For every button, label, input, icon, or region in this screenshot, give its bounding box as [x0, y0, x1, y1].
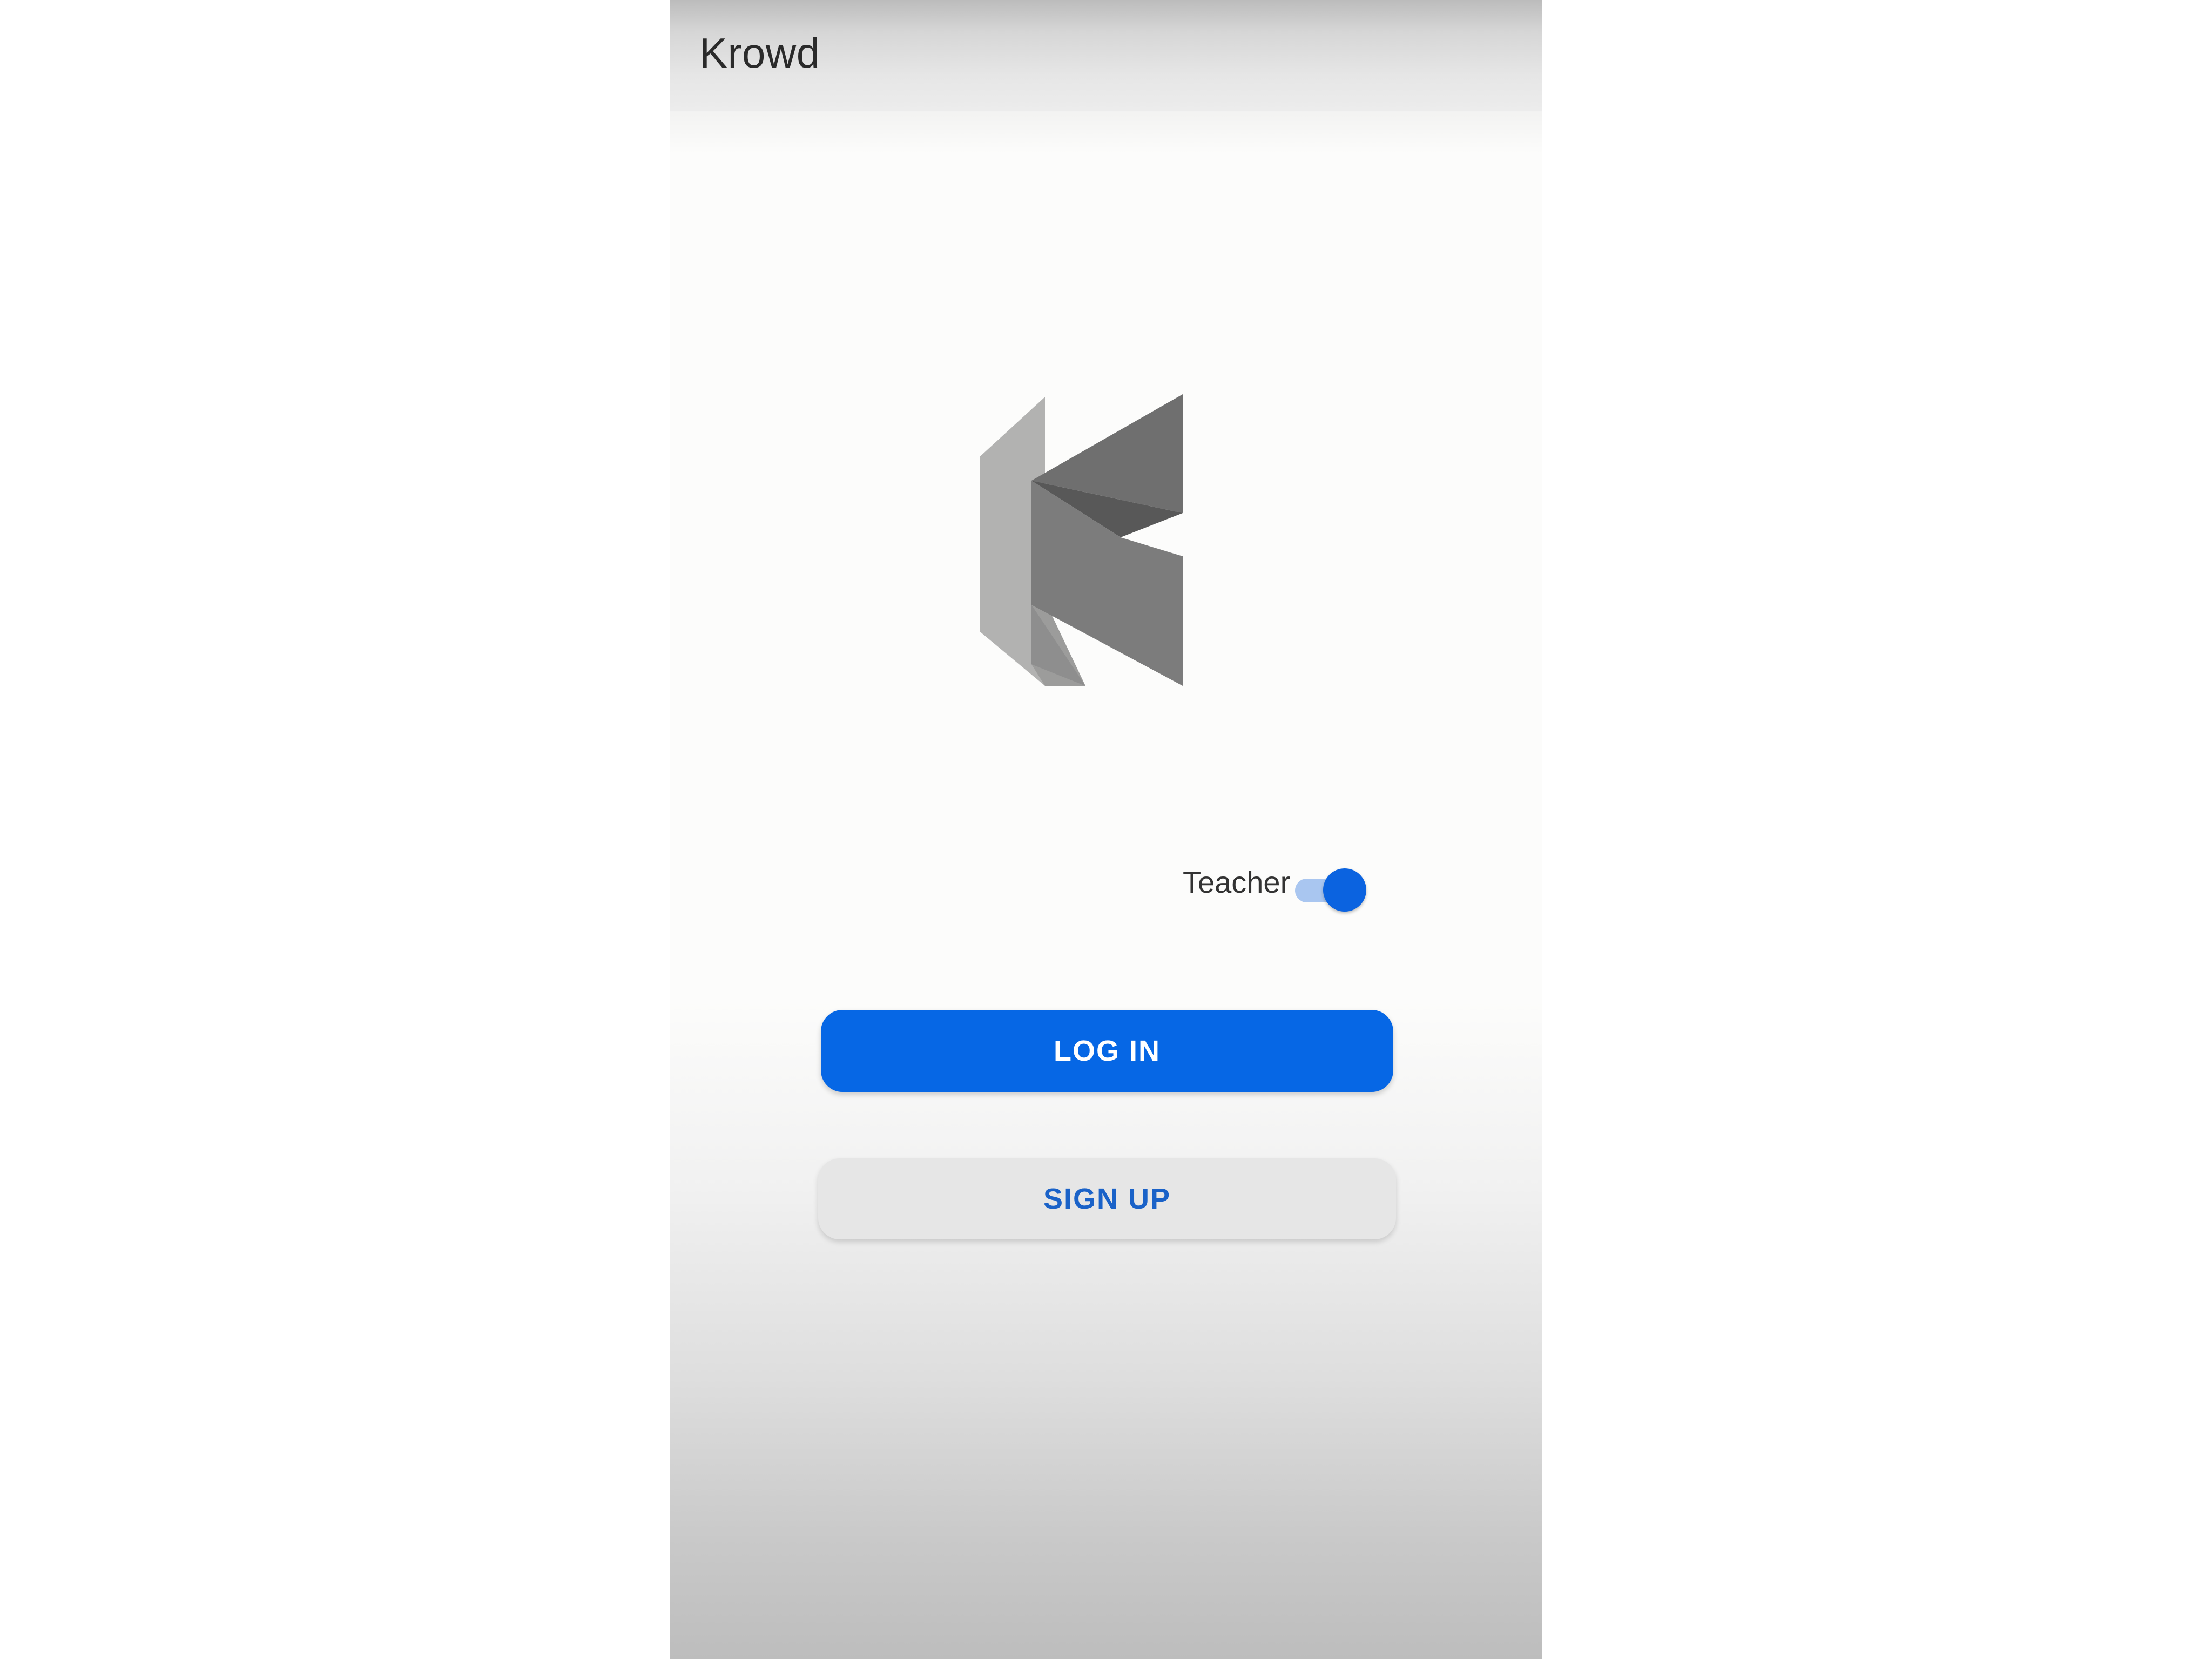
- app-title: Krowd: [699, 29, 820, 77]
- login-button[interactable]: LOG IN: [821, 1010, 1393, 1092]
- teacher-toggle-row: Teacher: [1183, 853, 1420, 913]
- toggle-thumb: [1323, 868, 1366, 912]
- app-bar-shadow: [670, 111, 1542, 154]
- krowd-logo-icon: [980, 394, 1183, 686]
- teacher-toggle-label: Teacher: [1183, 865, 1291, 899]
- app-bar: Krowd: [670, 0, 1542, 111]
- app-screen: Krowd Teacher LOG IN SIGN UP: [670, 0, 1542, 1659]
- teacher-toggle-switch[interactable]: [1290, 864, 1366, 912]
- signup-button[interactable]: SIGN UP: [818, 1158, 1396, 1239]
